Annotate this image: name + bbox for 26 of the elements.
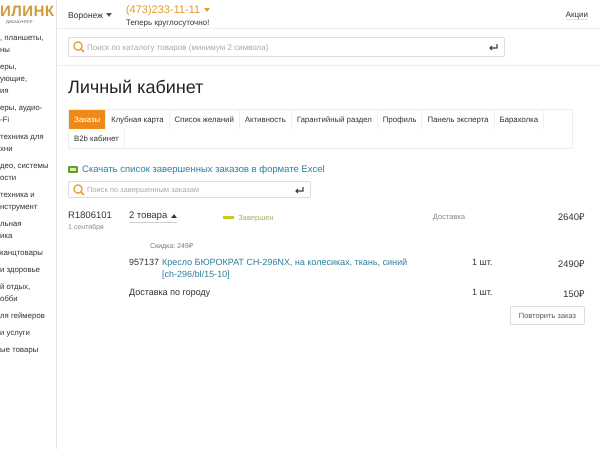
enter-icon: [294, 186, 304, 194]
caret-icon: [204, 8, 210, 12]
product-link[interactable]: Кресло БЮРОКРАТ CH-296NX, на колесиках, ткань, синий [ch-296/bl/15-10]: [162, 256, 419, 280]
caret-up-icon: [171, 214, 178, 218]
line-price: 2490₽: [556, 258, 585, 270]
phone-note: Теперь круглосуточно!: [126, 18, 210, 27]
header-link[interactable]: Акции: [566, 10, 588, 20]
search-icon: [73, 184, 85, 196]
order-total: 2640₽: [556, 211, 585, 223]
excel-download-link[interactable]: Скачать список завершенных заказов в формате Excel: [82, 164, 325, 175]
city-selector[interactable]: Воронеж: [68, 10, 112, 20]
product-code: 957137: [129, 256, 160, 269]
service-name: Доставка по городу: [129, 286, 212, 298]
logo-text: ИЛИНК: [0, 4, 55, 19]
line-price: 150₽: [562, 288, 585, 300]
search-field[interactable]: Поиск по каталогу товаров (минимум 2 символа): [68, 37, 505, 57]
status-dash-icon: [223, 216, 234, 219]
enter-icon: [488, 43, 498, 51]
spreadsheet-icon: [68, 166, 78, 173]
order-number: R1806101: [68, 210, 113, 221]
caret-icon: [106, 13, 112, 17]
search-icon: [73, 41, 85, 53]
quantity: 1 шт.: [472, 287, 494, 297]
items-toggle[interactable]: 2 товара: [129, 210, 178, 223]
page-title: Личный кабинет: [68, 77, 204, 97]
quantity: 1 шт.: [472, 257, 494, 267]
